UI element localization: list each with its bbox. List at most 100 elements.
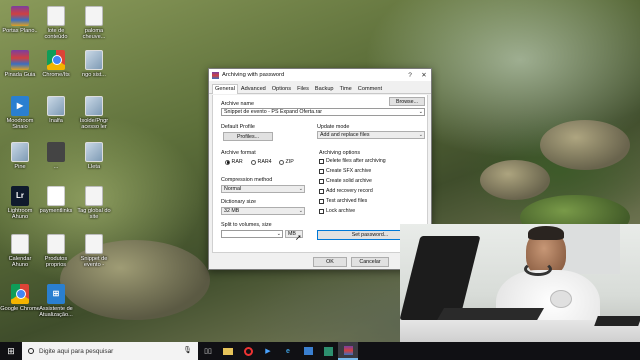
desktop-icon[interactable]: pdf paymentlinks [36, 186, 76, 214]
tab-comment[interactable]: Comment [355, 84, 385, 93]
desktop-icon[interactable]: Snippet de evento - [74, 234, 114, 269]
tab-options[interactable]: Options [269, 84, 294, 93]
desktop-icon-label: Portas Plano.. [2, 28, 38, 34]
compression-method-select[interactable]: Normal ⌄ [221, 185, 305, 193]
desktop-icon-label: Tag global do site [77, 208, 111, 221]
image-icon [85, 50, 103, 70]
headphones-icon [524, 262, 552, 276]
radio-unselected [279, 159, 284, 165]
option-create-solid-checkbox[interactable]: Create solid archive [319, 178, 372, 184]
winrar-taskbar-icon[interactable] [338, 342, 358, 360]
split-size-input[interactable]: ⌄ [221, 230, 283, 238]
store-icon[interactable] [298, 342, 318, 360]
option-delete-files-checkbox[interactable]: Delete files after archiving [319, 158, 386, 164]
dictionary-size-label: Dictionary size [221, 199, 257, 205]
format-rar4-radio[interactable]: RAR4 [251, 159, 272, 165]
media-player-icon[interactable]: ▶ [258, 342, 278, 360]
desktop-icon[interactable]: Calendar Ahuno [0, 234, 40, 269]
document-icon [85, 234, 103, 254]
help-button[interactable]: ? [403, 72, 417, 79]
desktop-icon-label: Google Chrome [0, 306, 40, 312]
tab-backup[interactable]: Backup [312, 84, 337, 93]
desktop-icon[interactable]: lote de conteúdo [36, 6, 76, 41]
desktop-icon[interactable]: Produtos proprios [36, 234, 76, 269]
search-icon [28, 348, 34, 354]
tab-time[interactable]: Time [337, 84, 355, 93]
profiles-button[interactable]: Profiles... [223, 132, 273, 141]
desktop-icon[interactable]: Tag global do site [74, 186, 114, 221]
wallpaper-rock [540, 120, 630, 170]
image-icon [47, 142, 65, 162]
checkbox-unchecked [319, 188, 324, 194]
format-rar-radio[interactable]: RAR [225, 159, 243, 165]
desktop-icon-label: Inalfa [49, 118, 63, 124]
desktop-icon[interactable]: Isolde/Pngr acesso ler [74, 96, 114, 131]
archive-dialog: Archiving with password ? ✕ General Adva… [208, 68, 432, 270]
desktop-icon[interactable]: ngo sist... [74, 50, 114, 78]
wallpaper-rock [480, 160, 550, 200]
format-zip-radio[interactable]: ZIP [279, 159, 294, 165]
option-test-files-checkbox[interactable]: Test archived files [319, 198, 367, 204]
option-label: Delete files after archiving [326, 158, 386, 164]
opera-icon[interactable] [238, 342, 258, 360]
desktop-icon[interactable]: Pinada Guia [0, 50, 40, 78]
desktop-icon[interactable]: ▶ Moodroom Sinaio [0, 96, 40, 131]
edge-icon[interactable]: e [278, 342, 298, 360]
desktop-icon-label: ngo sist... [82, 72, 106, 78]
desktop-icon[interactable]: Google Chrome [0, 284, 40, 312]
option-lock-archive-checkbox[interactable]: Lock archive [319, 208, 355, 214]
microphone-icon[interactable]: 🎙 [183, 346, 192, 354]
desktop-icon[interactable]: Portas Plano.. [0, 6, 40, 34]
chevron-down-icon[interactable]: ⌄ [277, 231, 281, 237]
mouse-cursor-icon: ➚ [295, 233, 302, 242]
ok-button[interactable]: OK [313, 257, 347, 267]
folder-icon[interactable] [218, 342, 238, 360]
desktop-icon[interactable]: paloma cheuve... [74, 6, 114, 41]
chevron-down-icon: ⌄ [298, 208, 303, 214]
dialog-titlebar[interactable]: Archiving with password ? ✕ [209, 69, 431, 81]
compression-method-value: Normal [224, 186, 242, 192]
desktop-icon-label: lote de conteúdo [44, 28, 68, 41]
chevron-down-icon[interactable]: ⌄ [419, 109, 423, 115]
unknown-app-icon[interactable] [318, 342, 338, 360]
chevron-down-icon: ⌄ [418, 132, 423, 138]
option-label: Create SFX archive [326, 168, 372, 174]
tab-general[interactable]: General [212, 84, 238, 94]
document-icon [47, 234, 65, 254]
desktop-icon[interactable]: Lr Lightroom Ahuno [0, 186, 40, 221]
archive-name-input[interactable]: Snippet de evento - PS Expand Oferta.rar… [221, 108, 425, 116]
close-button[interactable]: ✕ [417, 71, 431, 79]
webcam-overlay [400, 224, 640, 342]
default-profile-label: Default Profile [221, 124, 255, 130]
browse-button[interactable]: Browse... [389, 97, 425, 106]
update-mode-select[interactable]: Add and replace files ⌄ [317, 131, 425, 139]
archive-format-label: Archive format [221, 150, 256, 156]
option-create-sfx-checkbox[interactable]: Create SFX archive [319, 168, 371, 174]
desktop-icon[interactable]: ... [36, 142, 76, 170]
lightroom-icon: Lr [11, 186, 29, 206]
dictionary-size-select[interactable]: 32 MB ⌄ [221, 207, 305, 215]
taskbar-search[interactable]: Digite aqui para pesquisar 🎙 [22, 342, 198, 360]
desktop-icon-label: Assistente de Atualização... [39, 306, 73, 319]
option-label: Add recovery record [326, 188, 373, 194]
dialog-tabs: General Advanced Options Files Backup Ti… [209, 81, 431, 94]
checkbox-unchecked [319, 168, 324, 174]
desktop-icon-label: paloma cheuve... [82, 28, 106, 41]
cancel-button[interactable]: Cancelar [351, 257, 389, 267]
checkbox-unchecked [319, 158, 324, 164]
option-recovery-record-checkbox[interactable]: Add recovery record [319, 188, 373, 194]
chrome-icon [47, 50, 65, 70]
image-icon [11, 142, 29, 162]
desktop-icon[interactable]: ⊞ Assistente de Atualização... [36, 284, 76, 319]
windows-start-icon[interactable]: ⊞ [0, 346, 22, 357]
desktop-icon-label: Moodroom Sinaio [6, 118, 34, 131]
dialog-title: Archiving with password [222, 72, 285, 78]
desktop-icon[interactable]: Lleta [74, 142, 114, 170]
desktop-icon[interactable]: Chrome/Its [36, 50, 76, 78]
task-view-icon[interactable]: ▯▯ [198, 342, 218, 360]
format-rar4-label: RAR4 [257, 159, 272, 165]
tab-advanced[interactable]: Advanced [238, 84, 269, 93]
tab-files[interactable]: Files [294, 84, 312, 93]
desktop-icon[interactable]: Inalfa [36, 96, 76, 124]
desktop-icon[interactable]: Pine [0, 142, 40, 170]
